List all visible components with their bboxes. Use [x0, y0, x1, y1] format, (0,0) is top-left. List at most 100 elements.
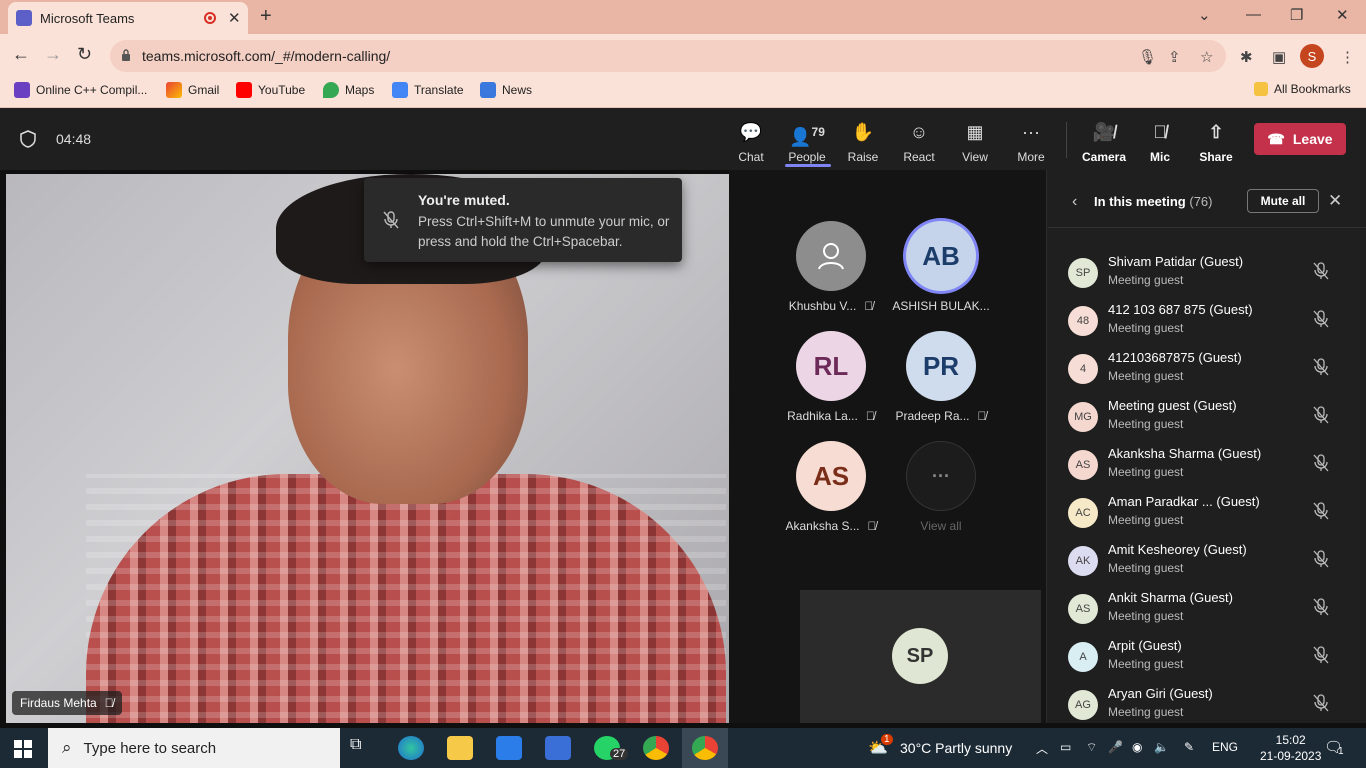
mic-off-icon[interactable] — [1313, 550, 1329, 568]
close-window-button[interactable]: ✕ — [1336, 6, 1349, 24]
bookmark-gmail[interactable]: Gmail — [166, 82, 219, 98]
mic-off-icon[interactable] — [1313, 454, 1329, 472]
chevron-up-icon[interactable]: ︿ — [1036, 740, 1048, 757]
participant-row[interactable]: MG Meeting guest (Guest) Meeting guest — [1068, 398, 1358, 442]
mic-off-icon[interactable] — [1313, 358, 1329, 376]
participant-row[interactable]: 4 412103687875 (Guest) Meeting guest — [1068, 350, 1358, 394]
sidepanel-icon[interactable]: ▣ — [1272, 48, 1286, 66]
participant-role: Meeting guest — [1108, 561, 1184, 575]
webcam-icon[interactable]: ◉ — [1132, 740, 1142, 754]
participant-row[interactable]: SP Shivam Patidar (Guest) Meeting guest — [1068, 254, 1358, 298]
avatar: RL — [796, 331, 866, 401]
file-explorer-icon[interactable] — [447, 736, 473, 760]
close-icon[interactable]: ✕ — [1328, 191, 1342, 211]
mail-icon[interactable] — [496, 736, 522, 760]
task-view-icon[interactable]: ⧉ — [350, 736, 376, 760]
avatar: MG — [1068, 402, 1098, 432]
participant-name: Akanksha Sharma (Guest) — [1108, 446, 1262, 461]
address-bar[interactable]: teams.microsoft.com/_#/modern-calling/ — [110, 40, 1226, 72]
participant-name: Shivam Patidar (Guest) — [1108, 254, 1244, 269]
store-icon[interactable] — [545, 736, 571, 760]
people-button[interactable]: 👤79 People — [782, 120, 832, 164]
extensions-icon[interactable]: ✱ — [1240, 48, 1253, 66]
more-button[interactable]: ··· More — [1006, 120, 1056, 164]
mic-off-icon[interactable] — [1313, 694, 1329, 712]
participant-row[interactable]: AS Ankit Sharma (Guest) Meeting guest — [1068, 590, 1358, 634]
participant-row[interactable]: 48 412 103 687 875 (Guest) Meeting guest — [1068, 302, 1358, 346]
mic-off-icon[interactable] — [1313, 646, 1329, 664]
participant-role: Meeting guest — [1108, 273, 1184, 287]
gallery-tile[interactable]: PR Pradeep Ra... 🎙̸ — [886, 331, 996, 423]
video-name-chip: Firdaus Mehta 🎙̸ — [12, 691, 122, 715]
participant-row[interactable]: AK Amit Kesheorey (Guest) Meeting guest — [1068, 542, 1358, 586]
user-icon — [796, 221, 866, 291]
mic-off-icon[interactable] — [1313, 262, 1329, 280]
mute-all-button[interactable]: Mute all — [1247, 189, 1319, 213]
gallery-tile[interactable]: AS Akanksha S... 🎙̸ — [776, 441, 886, 533]
bookmark-cpp[interactable]: Online C++ Compil... — [14, 82, 147, 98]
minimize-button[interactable]: — — [1246, 6, 1261, 23]
battery-icon[interactable]: ▭ — [1060, 740, 1071, 754]
microphone-tray-icon[interactable]: 🎤 — [1108, 740, 1123, 754]
taskbar-search[interactable]: ⌕ Type here to search — [48, 728, 340, 768]
bookmark-maps[interactable]: Maps — [323, 82, 374, 98]
forward-icon[interactable]: → — [44, 44, 62, 65]
participant-role: Meeting guest — [1108, 513, 1184, 527]
participant-row[interactable]: AS Akanksha Sharma (Guest) Meeting guest — [1068, 446, 1358, 490]
raise-hand-button[interactable]: ✋ Raise — [838, 120, 888, 164]
leave-button[interactable]: ☎ Leave — [1254, 123, 1346, 155]
bookmark-youtube[interactable]: YouTube — [236, 82, 305, 98]
gallery-tile[interactable]: RL Radhika La... 🎙̸ — [776, 331, 886, 423]
whatsapp-badge: 27 — [610, 748, 629, 760]
speaker-icon[interactable]: 🔈 — [1154, 740, 1169, 754]
language-indicator[interactable]: ENG — [1212, 740, 1238, 754]
windows-start-icon[interactable] — [14, 740, 32, 758]
chevron-left-icon[interactable]: ‹ — [1072, 193, 1077, 211]
mic-button[interactable]: 🎙̸ Mic — [1135, 120, 1185, 164]
edge-icon[interactable] — [398, 736, 424, 760]
participant-row[interactable]: A Arpit (Guest) Meeting guest — [1068, 638, 1358, 682]
weather-badge: 1 — [881, 734, 893, 745]
star-icon[interactable]: ☆ — [1200, 48, 1213, 66]
mic-off-icon[interactable] — [1313, 310, 1329, 328]
taskbar-clock[interactable]: 15:02 21-09-2023 — [1260, 732, 1321, 764]
profile-avatar[interactable]: S — [1300, 44, 1324, 68]
back-icon[interactable]: ← — [12, 44, 30, 65]
participant-name: Ankit Sharma (Guest) — [1108, 590, 1233, 605]
wifi-icon[interactable]: ⌔ — [1086, 740, 1097, 755]
gallery-tile-speaking[interactable]: AB ASHISH BULAK... — [886, 221, 996, 313]
microphone-icon[interactable]: 🎙 — [1138, 48, 1157, 66]
reload-icon[interactable]: ↻ — [77, 44, 92, 65]
chat-button[interactable]: 💬 Chat — [726, 120, 776, 164]
new-tab-button[interactable]: + — [260, 5, 272, 28]
all-bookmarks[interactable]: All Bookmarks — [1254, 82, 1351, 96]
chrome-active-icon[interactable] — [692, 736, 718, 760]
tab-search-icon[interactable]: ⌄ — [1198, 6, 1211, 24]
camera-button[interactable]: 🎥̸ Camera — [1079, 120, 1129, 164]
gallery-tile[interactable]: Khushbu V... 🎙̸ — [776, 221, 886, 313]
maps-icon — [323, 82, 339, 98]
menu-icon[interactable]: ⋮ — [1340, 48, 1355, 66]
view-all-tile[interactable]: ··· View all — [886, 441, 996, 533]
avatar: A — [1068, 642, 1098, 672]
restore-button[interactable]: ❐ — [1290, 6, 1303, 24]
mic-off-icon[interactable] — [1313, 598, 1329, 616]
view-button[interactable]: ▦ View — [950, 120, 1000, 164]
bookmark-translate[interactable]: Translate — [392, 82, 464, 98]
share-page-icon[interactable]: ⇪ — [1168, 48, 1181, 66]
share-button[interactable]: ⇧ Share — [1191, 120, 1241, 164]
close-tab-icon[interactable]: ✕ — [228, 9, 241, 27]
pen-icon[interactable]: ✎ — [1184, 740, 1194, 754]
bookmark-news[interactable]: News — [480, 82, 532, 98]
participant-row[interactable]: AG Aryan Giri (Guest) Meeting guest — [1068, 686, 1358, 730]
mic-off-icon: 🎙̸ — [864, 299, 874, 313]
gmail-icon — [166, 82, 182, 98]
mic-off-icon[interactable] — [1313, 406, 1329, 424]
browser-tab-teams[interactable]: Microsoft Teams ✕ — [8, 2, 248, 34]
chrome-icon[interactable] — [643, 736, 669, 760]
react-button[interactable]: ☺ React — [894, 120, 944, 164]
weather-text[interactable]: 30°C Partly sunny — [900, 740, 1012, 756]
participant-row[interactable]: AC Aman Paradkar ... (Guest) Meeting guest — [1068, 494, 1358, 538]
mic-off-icon[interactable] — [1313, 502, 1329, 520]
hand-icon: ✋ — [851, 122, 875, 142]
